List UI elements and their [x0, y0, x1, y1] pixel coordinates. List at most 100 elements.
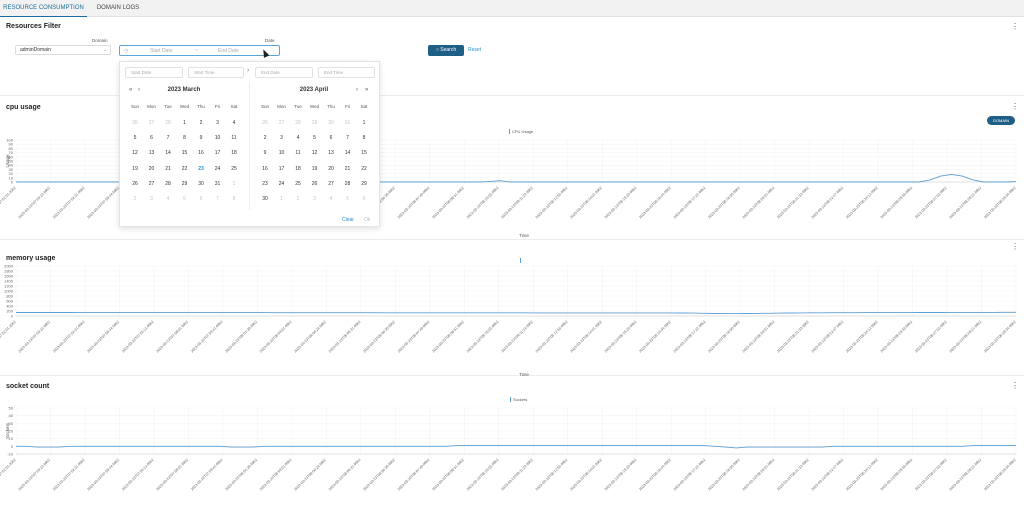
march-day-cell[interactable]: 30: [193, 181, 209, 187]
march-day-cell[interactable]: 23: [193, 166, 209, 172]
march-day-cell[interactable]: 7: [160, 135, 176, 141]
april-day-cell[interactable]: 29: [307, 120, 323, 126]
april-day-cell[interactable]: 27: [323, 181, 339, 187]
april-day-cell[interactable]: 18: [290, 166, 306, 172]
april-day-cell[interactable]: 2: [290, 196, 306, 202]
march-day-cell[interactable]: 25: [226, 166, 242, 172]
april-day-cell[interactable]: 28: [340, 181, 356, 187]
march-day-cell[interactable]: 3: [210, 120, 226, 126]
april-day-cell[interactable]: 29: [356, 181, 372, 187]
march-day-cell[interactable]: 13: [144, 150, 160, 156]
march-day-cell[interactable]: 4: [160, 196, 176, 202]
march-day-cell[interactable]: 5: [177, 196, 193, 202]
april-day-cell[interactable]: 7: [340, 135, 356, 141]
april-day-cell[interactable]: 10: [274, 150, 290, 156]
april-day-cell[interactable]: 6: [356, 196, 372, 202]
march-day-cell[interactable]: 24: [210, 166, 226, 172]
picker-start-time-input[interactable]: Start Time: [188, 67, 244, 78]
april-day-cell[interactable]: 20: [323, 166, 339, 172]
picker-clear-button[interactable]: Clear: [342, 217, 354, 223]
march-day-cell[interactable]: 26: [127, 120, 143, 126]
march-day-cell[interactable]: 20: [144, 166, 160, 172]
march-day-cell[interactable]: 19: [127, 166, 143, 172]
march-day-cell[interactable]: 1: [226, 181, 242, 187]
april-day-cell[interactable]: 25: [290, 181, 306, 187]
april-day-cell[interactable]: 2: [257, 135, 273, 141]
april-day-cell[interactable]: 3: [307, 196, 323, 202]
march-day-cell[interactable]: 2: [127, 196, 143, 202]
march-day-cell[interactable]: 29: [177, 181, 193, 187]
march-day-cell[interactable]: 21: [160, 166, 176, 172]
april-day-cell[interactable]: 26: [307, 181, 323, 187]
march-day-cell[interactable]: 8: [177, 135, 193, 141]
cpu-legend[interactable]: CPU Usage: [509, 129, 533, 135]
april-day-cell[interactable]: 21: [340, 166, 356, 172]
april-day-cell[interactable]: 23: [257, 181, 273, 187]
april-day-cell[interactable]: 30: [257, 196, 273, 202]
tab-domain-logs[interactable]: DOMAIN LOGS: [87, 0, 149, 17]
picker-start-date-input[interactable]: Start Date: [125, 67, 183, 78]
april-day-cell[interactable]: 1: [356, 120, 372, 126]
next-year-icon[interactable]: »: [365, 87, 368, 93]
april-day-cell[interactable]: 1: [274, 196, 290, 202]
march-day-cell[interactable]: 3: [144, 196, 160, 202]
april-day-cell[interactable]: 17: [274, 166, 290, 172]
march-day-cell[interactable]: 27: [144, 181, 160, 187]
april-day-cell[interactable]: 27: [274, 120, 290, 126]
cpu-menu-icon[interactable]: ⋮: [1011, 103, 1019, 111]
picker-end-time-input[interactable]: End Time: [318, 67, 375, 78]
april-day-cell[interactable]: 22: [356, 166, 372, 172]
april-day-cell[interactable]: 28: [290, 120, 306, 126]
march-day-cell[interactable]: 31: [210, 181, 226, 187]
april-day-cell[interactable]: 16: [257, 166, 273, 172]
march-day-cell[interactable]: 15: [177, 150, 193, 156]
march-day-cell[interactable]: 9: [193, 135, 209, 141]
march-day-cell[interactable]: 4: [226, 120, 242, 126]
march-day-cell[interactable]: 2: [193, 120, 209, 126]
socket-menu-icon[interactable]: ⋮: [1011, 382, 1019, 390]
april-day-cell[interactable]: 6: [323, 135, 339, 141]
april-day-cell[interactable]: 13: [323, 150, 339, 156]
april-day-cell[interactable]: 3: [274, 135, 290, 141]
april-day-cell[interactable]: 14: [340, 150, 356, 156]
april-day-cell[interactable]: 11: [290, 150, 306, 156]
next-month-icon[interactable]: ›: [356, 87, 358, 93]
april-day-cell[interactable]: 5: [340, 196, 356, 202]
march-day-cell[interactable]: 11: [226, 135, 242, 141]
march-day-cell[interactable]: 7: [210, 196, 226, 202]
march-day-cell[interactable]: 28: [160, 120, 176, 126]
april-day-cell[interactable]: 4: [323, 196, 339, 202]
april-day-cell[interactable]: 24: [274, 181, 290, 187]
memory-menu-icon[interactable]: ⋮: [1011, 243, 1019, 251]
march-day-cell[interactable]: 14: [160, 150, 176, 156]
march-day-cell[interactable]: 17: [210, 150, 226, 156]
march-day-cell[interactable]: 1: [177, 120, 193, 126]
april-day-cell[interactable]: 8: [356, 135, 372, 141]
march-day-cell[interactable]: 22: [177, 166, 193, 172]
april-day-cell[interactable]: 4: [290, 135, 306, 141]
search-button[interactable]: ○ Search: [428, 45, 464, 56]
march-day-cell[interactable]: 5: [127, 135, 143, 141]
tab-resource-consumption[interactable]: RESOURCE CONSUMPTION: [0, 0, 87, 17]
socket-legend[interactable]: Sockets: [510, 397, 527, 403]
picker-end-date-input[interactable]: End Date: [255, 67, 313, 78]
april-day-cell[interactable]: 15: [356, 150, 372, 156]
filter-menu-icon[interactable]: ⋮: [1011, 23, 1019, 31]
april-day-cell[interactable]: 5: [307, 135, 323, 141]
march-day-cell[interactable]: 6: [144, 135, 160, 141]
march-day-cell[interactable]: 10: [210, 135, 226, 141]
march-day-cell[interactable]: 6: [193, 196, 209, 202]
picker-ok-button[interactable]: Ok: [364, 217, 370, 223]
march-day-cell[interactable]: 18: [226, 150, 242, 156]
march-day-cell[interactable]: 12: [127, 150, 143, 156]
reset-link[interactable]: Reset: [468, 47, 481, 53]
march-day-cell[interactable]: 26: [127, 181, 143, 187]
memory-legend[interactable]: [520, 258, 523, 264]
domain-select[interactable]: adminDomain ⌄: [15, 45, 111, 55]
date-range-input[interactable]: ◷ Start Date ~ End Date: [119, 45, 280, 56]
march-day-cell[interactable]: 8: [226, 196, 242, 202]
april-day-cell[interactable]: 19: [307, 166, 323, 172]
april-day-cell[interactable]: 31: [340, 120, 356, 126]
domain-badge[interactable]: DOMAIN: [987, 116, 1015, 125]
march-day-cell[interactable]: 28: [160, 181, 176, 187]
